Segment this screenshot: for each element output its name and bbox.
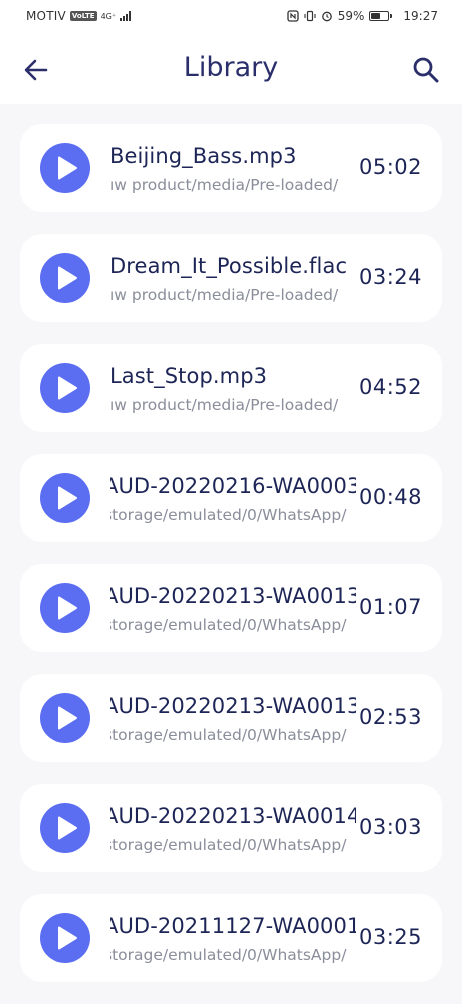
- play-button[interactable]: [40, 693, 90, 743]
- track-duration: 03:25: [358, 925, 422, 949]
- play-button[interactable]: [40, 363, 90, 413]
- track-path: storage/emulated/0/WhatsApp/: [110, 836, 347, 854]
- app-bar: Library: [0, 34, 462, 104]
- list-item[interactable]: AUD-20220213-WA0014 storage/emulated/0/Wh…: [20, 784, 442, 872]
- battery-percent: 59%: [337, 9, 365, 23]
- play-button[interactable]: [40, 913, 90, 963]
- track-title: AUD-20211127-WA0001: [110, 914, 356, 938]
- page-title: Library: [183, 52, 279, 83]
- status-left: MOTIV VoLTE 4G⁺: [26, 9, 132, 23]
- play-button[interactable]: [40, 803, 90, 853]
- track-text: Last_Stop.mp3 ıw product/media/Pre-loaded…: [110, 344, 356, 432]
- play-button[interactable]: [40, 583, 90, 633]
- play-icon: [58, 266, 77, 290]
- status-right: 59% 19:27: [287, 9, 438, 23]
- track-duration: 03:24: [358, 265, 422, 289]
- play-icon: [58, 596, 77, 620]
- play-icon: [58, 376, 77, 400]
- track-text: AUD-20220216-WA0003 storage/emulated/0/Wh…: [110, 454, 356, 542]
- status-bar: MOTIV VoLTE 4G⁺ 59% 19:27: [0, 0, 462, 34]
- track-duration: 02:53: [358, 705, 422, 729]
- track-path: ıw product/media/Pre-loaded/: [110, 286, 339, 304]
- track-text: Beijing_Bass.mp3 ıw product/media/Pre-loa…: [110, 124, 356, 212]
- play-button[interactable]: [40, 143, 90, 193]
- list-item[interactable]: Beijing_Bass.mp3 ıw product/media/Pre-loa…: [20, 124, 442, 212]
- track-title: AUD-20220213-WA0013: [110, 584, 356, 608]
- list-item[interactable]: AUD-20220216-WA0003 storage/emulated/0/Wh…: [20, 454, 442, 542]
- list-item[interactable]: AUD-20211127-WA0001 storage/emulated/0/Wh…: [20, 894, 442, 982]
- track-title: AUD-20220213-WA0013: [110, 694, 356, 718]
- list-item[interactable]: AUD-20220213-WA0013 storage/emulated/0/Wh…: [20, 674, 442, 762]
- play-icon: [58, 156, 77, 180]
- battery-icon: [369, 11, 393, 21]
- network-type: 4G⁺: [100, 11, 117, 21]
- vibrate-icon: [304, 10, 316, 22]
- track-duration: 03:03: [358, 815, 422, 839]
- track-text: AUD-20220213-WA0013 storage/emulated/0/Wh…: [110, 674, 356, 762]
- track-text: AUD-20220213-WA0014 storage/emulated/0/Wh…: [110, 784, 356, 872]
- clock: 19:27: [403, 9, 438, 23]
- alarm-icon: [321, 11, 332, 22]
- list-item[interactable]: Last_Stop.mp3 ıw product/media/Pre-loaded…: [20, 344, 442, 432]
- track-list: Beijing_Bass.mp3 ıw product/media/Pre-loa…: [20, 124, 442, 1004]
- search-button[interactable]: [410, 54, 442, 86]
- nfc-icon: [287, 10, 299, 22]
- track-path: ıw product/media/Pre-loaded/: [110, 396, 339, 414]
- track-title: Dream_It_Possible.flac: [110, 254, 348, 278]
- track-duration: 04:52: [358, 375, 422, 399]
- track-path: storage/emulated/0/WhatsApp/: [110, 616, 347, 634]
- play-icon: [58, 706, 77, 730]
- track-text: AUD-20220213-WA0013 storage/emulated/0/Wh…: [110, 564, 356, 652]
- track-title: AUD-20220216-WA0003: [110, 474, 356, 498]
- volte-badge: VoLTE: [69, 11, 97, 21]
- track-title: Last_Stop.mp3: [110, 364, 268, 388]
- list-item[interactable]: AUD-20220213-WA0013 storage/emulated/0/Wh…: [20, 564, 442, 652]
- play-button[interactable]: [40, 253, 90, 303]
- track-title: AUD-20220213-WA0014: [110, 804, 356, 828]
- list-item[interactable]: Dream_It_Possible.flac ıw product/media/P…: [20, 234, 442, 322]
- track-duration: 05:02: [358, 155, 422, 179]
- track-path: storage/emulated/0/WhatsApp/: [110, 726, 347, 744]
- play-icon: [58, 816, 77, 840]
- track-path: ıw product/media/Pre-loaded/: [110, 176, 339, 194]
- play-icon: [58, 486, 77, 510]
- track-text: Dream_It_Possible.flac ıw product/media/P…: [110, 234, 356, 322]
- track-duration: 01:07: [358, 595, 422, 619]
- track-title: Beijing_Bass.mp3: [110, 144, 297, 168]
- track-duration: 00:48: [358, 485, 422, 509]
- track-path: storage/emulated/0/WhatsApp/: [110, 946, 347, 964]
- carrier-name: MOTIV: [26, 9, 66, 23]
- track-path: storage/emulated/0/WhatsApp/: [110, 506, 347, 524]
- play-button[interactable]: [40, 473, 90, 523]
- search-icon: [413, 57, 439, 83]
- signal-icon: [120, 11, 132, 21]
- track-text: AUD-20211127-WA0001 storage/emulated/0/Wh…: [110, 894, 356, 982]
- play-icon: [58, 926, 77, 950]
